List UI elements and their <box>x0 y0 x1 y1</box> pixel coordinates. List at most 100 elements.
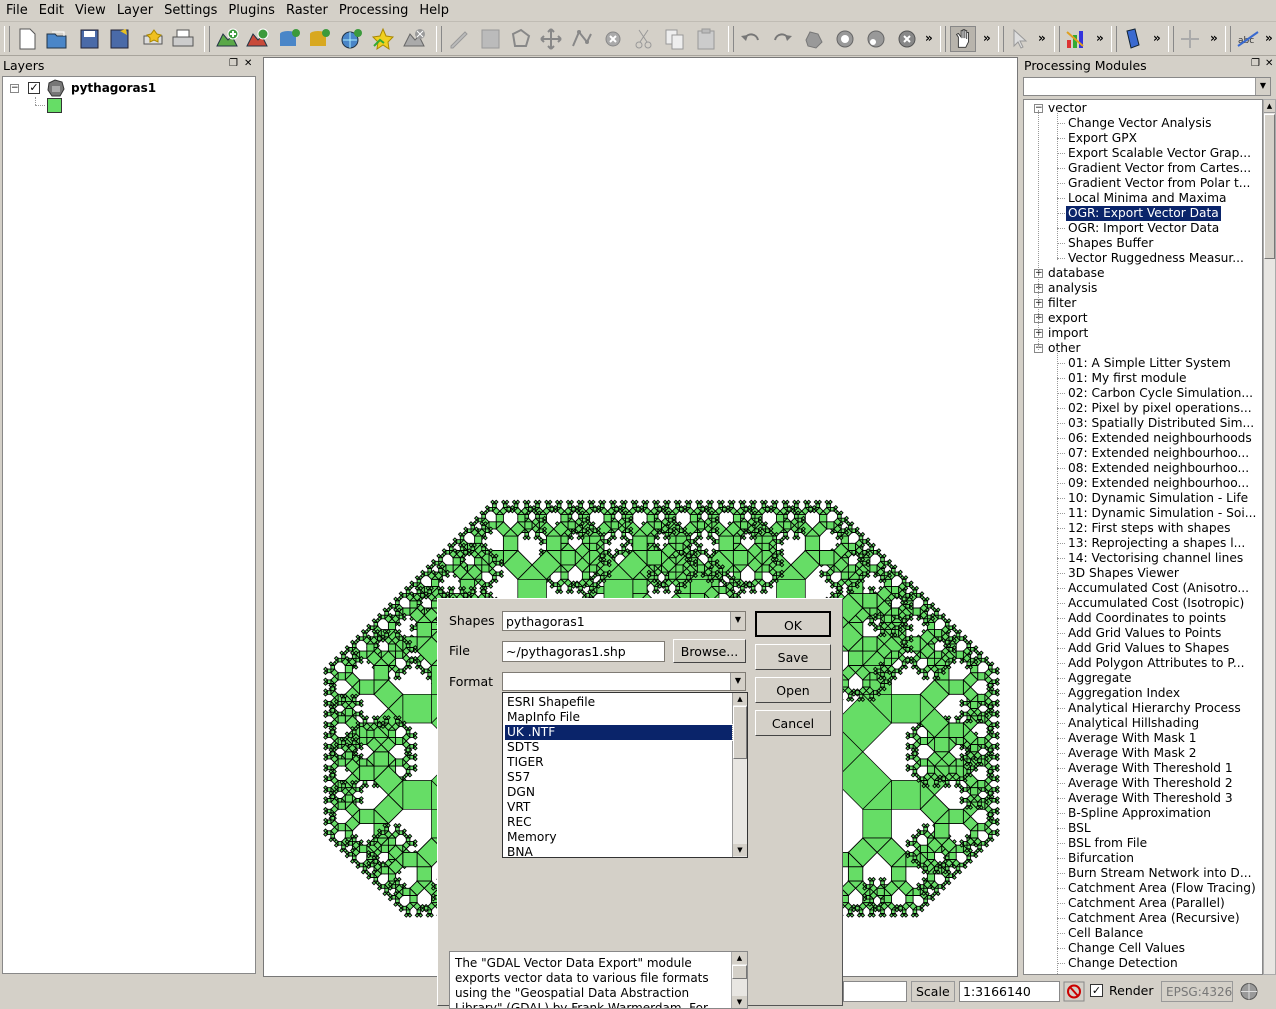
format-option[interactable]: MapInfo File <box>505 710 732 725</box>
tree-module-item[interactable]: Aggregate <box>1066 671 1134 686</box>
add-vector-layer-icon[interactable] <box>214 26 240 52</box>
tree-module-item[interactable]: Accumulated Cost (Anisotro... <box>1066 581 1251 596</box>
shapes-combo[interactable]: pythagoras1▼ <box>502 611 746 631</box>
tree-module-item[interactable]: 02: Pixel by pixel operations... <box>1066 401 1254 416</box>
tree-module-item[interactable]: 12: First steps with shapes <box>1066 521 1232 536</box>
tree-module-item[interactable]: Burn Stream Network into D... <box>1066 866 1253 881</box>
tree-module-item[interactable]: 01: My first module <box>1066 371 1188 386</box>
menu-processing[interactable]: Processing <box>333 0 413 22</box>
tree-module-item[interactable]: 03: Spatially Distributed Sim... <box>1066 416 1256 431</box>
paste-features-icon[interactable] <box>693 26 719 52</box>
module-tree-scrollbar[interactable]: ▲ <box>1263 99 1276 975</box>
tree-module-item[interactable]: Average With Mask 1 <box>1066 731 1199 746</box>
menu-settings[interactable]: Settings <box>158 0 222 22</box>
scale-input[interactable]: 1:3166140 <box>959 981 1060 1002</box>
menu-help[interactable]: Help <box>413 0 454 22</box>
tree-module-item[interactable]: Accumulated Cost (Isotropic) <box>1066 596 1246 611</box>
tree-module-item[interactable]: Add Polygon Attributes to P... <box>1066 656 1246 671</box>
ok-button[interactable]: OK <box>755 611 831 637</box>
tree-module-item[interactable]: Average With Thereshold 3 <box>1066 791 1235 806</box>
tree-module-item[interactable]: Change Cell Values <box>1066 941 1187 956</box>
format-option[interactable]: VRT <box>505 800 732 815</box>
format-list-scrollbar[interactable]: ▲ ▼ <box>732 693 747 857</box>
simplify-feature-icon[interactable] <box>801 26 827 52</box>
render-checkbox[interactable]: ✓ <box>1090 984 1103 997</box>
add-spatialite-layer-icon[interactable] <box>306 26 332 52</box>
toolbar-overflow-icon[interactable]: » <box>1265 31 1273 45</box>
chevron-down-icon[interactable]: ▼ <box>730 612 745 630</box>
toolbar-overflow-icon[interactable]: » <box>983 31 991 45</box>
open-button[interactable]: Open <box>755 677 831 703</box>
move-feature-icon[interactable] <box>538 26 564 52</box>
format-option[interactable]: REC <box>505 815 732 830</box>
menu-edit[interactable]: Edit <box>33 0 69 22</box>
scroll-up-icon[interactable]: ▲ <box>733 693 747 705</box>
save-edits-icon[interactable] <box>477 26 503 52</box>
toolbar-overflow-icon[interactable]: » <box>925 31 933 45</box>
tree-category[interactable]: filter <box>1048 296 1076 311</box>
tree-module-item[interactable]: Analytical Hillshading <box>1066 716 1201 731</box>
scrollbar-thumb[interactable] <box>732 965 747 979</box>
format-option[interactable]: SDTS <box>505 740 732 755</box>
scrollbar-thumb[interactable] <box>733 706 747 759</box>
tree-module-item[interactable]: B-Spline Approximation <box>1066 806 1213 821</box>
tree-module-item[interactable]: Analytical Hierarchy Process <box>1066 701 1243 716</box>
toolbar-overflow-icon[interactable]: » <box>1096 31 1104 45</box>
module-filter-combo[interactable]: ▼ <box>1023 77 1271 96</box>
format-option[interactable]: ESRI Shapefile <box>505 695 732 710</box>
coordinate-field[interactable] <box>843 981 907 1002</box>
format-combo[interactable]: ▼ <box>502 672 746 691</box>
menu-raster[interactable]: Raster <box>280 0 333 22</box>
toolbar-overflow-icon[interactable]: » <box>1038 31 1046 45</box>
add-raster-layer-icon[interactable] <box>244 26 270 52</box>
tree-category[interactable]: import <box>1048 326 1088 341</box>
tree-category[interactable]: export <box>1048 311 1087 326</box>
format-option[interactable]: TIGER <box>505 755 732 770</box>
tree-module-item[interactable]: Catchment Area (Recursive) <box>1066 911 1242 926</box>
tree-module-item[interactable]: Average With Thereshold 2 <box>1066 776 1235 791</box>
add-ring-icon[interactable] <box>832 26 858 52</box>
tree-module-item[interactable]: 02: Carbon Cycle Simulation... <box>1066 386 1255 401</box>
toggle-editing-icon[interactable] <box>446 26 472 52</box>
tree-module-item[interactable]: Aggregation Index <box>1066 686 1182 701</box>
scroll-up-icon[interactable]: ▲ <box>732 952 747 964</box>
undock-icon[interactable]: ❐ <box>1251 58 1260 69</box>
open-project-icon[interactable] <box>44 26 70 52</box>
add-wms-layer-icon[interactable] <box>338 26 364 52</box>
collapse-layer-icon[interactable]: − <box>10 84 19 93</box>
new-project-icon[interactable] <box>14 26 40 52</box>
add-part-icon[interactable] <box>863 26 889 52</box>
crs-label[interactable]: EPSG:4326 <box>1161 981 1233 1002</box>
scroll-down-icon[interactable]: ▼ <box>732 996 747 1008</box>
tree-module-item[interactable]: Gradient Vector from Polar t... <box>1066 176 1252 191</box>
toolbar-grip[interactable] <box>998 26 1004 52</box>
toolbar-grip[interactable] <box>1054 26 1060 52</box>
tree-module-item[interactable]: Export Scalable Vector Grap... <box>1066 146 1253 161</box>
undo-icon[interactable] <box>738 26 764 52</box>
tree-module-item[interactable]: Add Grid Values to Shapes <box>1066 641 1231 656</box>
tree-module-item[interactable]: Change Vector Analysis <box>1066 116 1213 131</box>
delete-selected-icon[interactable] <box>600 26 626 52</box>
tree-category[interactable]: vector <box>1048 101 1087 116</box>
tree-module-item[interactable]: OGR: Import Vector Data <box>1066 221 1221 236</box>
undock-icon[interactable]: ❐ <box>229 58 238 69</box>
browse-button[interactable]: Browse... <box>673 639 746 663</box>
tree-category[interactable]: analysis <box>1048 281 1097 296</box>
print-icon[interactable] <box>170 26 196 52</box>
tree-module-item[interactable]: Vector Ruggedness Measur... <box>1066 251 1246 266</box>
toolbar-grip[interactable] <box>4 26 10 52</box>
delete-ring-icon[interactable] <box>894 26 920 52</box>
tree-module-item[interactable]: Average With Mask 2 <box>1066 746 1199 761</box>
tree-module-item[interactable]: 01: A Simple Litter System <box>1066 356 1233 371</box>
save-button[interactable]: Save <box>755 644 831 670</box>
tree-module-item[interactable]: Cell Balance <box>1066 926 1145 941</box>
toolbar-grip[interactable] <box>204 26 210 52</box>
tree-module-item[interactable]: 11: Dynamic Simulation - Soi... <box>1066 506 1258 521</box>
layer-visibility-checkbox[interactable]: ✓ <box>28 82 40 94</box>
help-contents-icon[interactable] <box>1120 26 1146 52</box>
tree-module-item[interactable]: 08: Extended neighbourhoo... <box>1066 461 1251 476</box>
layer-name[interactable]: pythagoras1 <box>71 81 156 95</box>
tree-module-item[interactable]: 10: Dynamic Simulation - Life <box>1066 491 1250 506</box>
tree-module-item[interactable]: Catchment Area (Flow Tracing) <box>1066 881 1258 896</box>
tree-module-item[interactable]: BSL from File <box>1066 836 1149 851</box>
